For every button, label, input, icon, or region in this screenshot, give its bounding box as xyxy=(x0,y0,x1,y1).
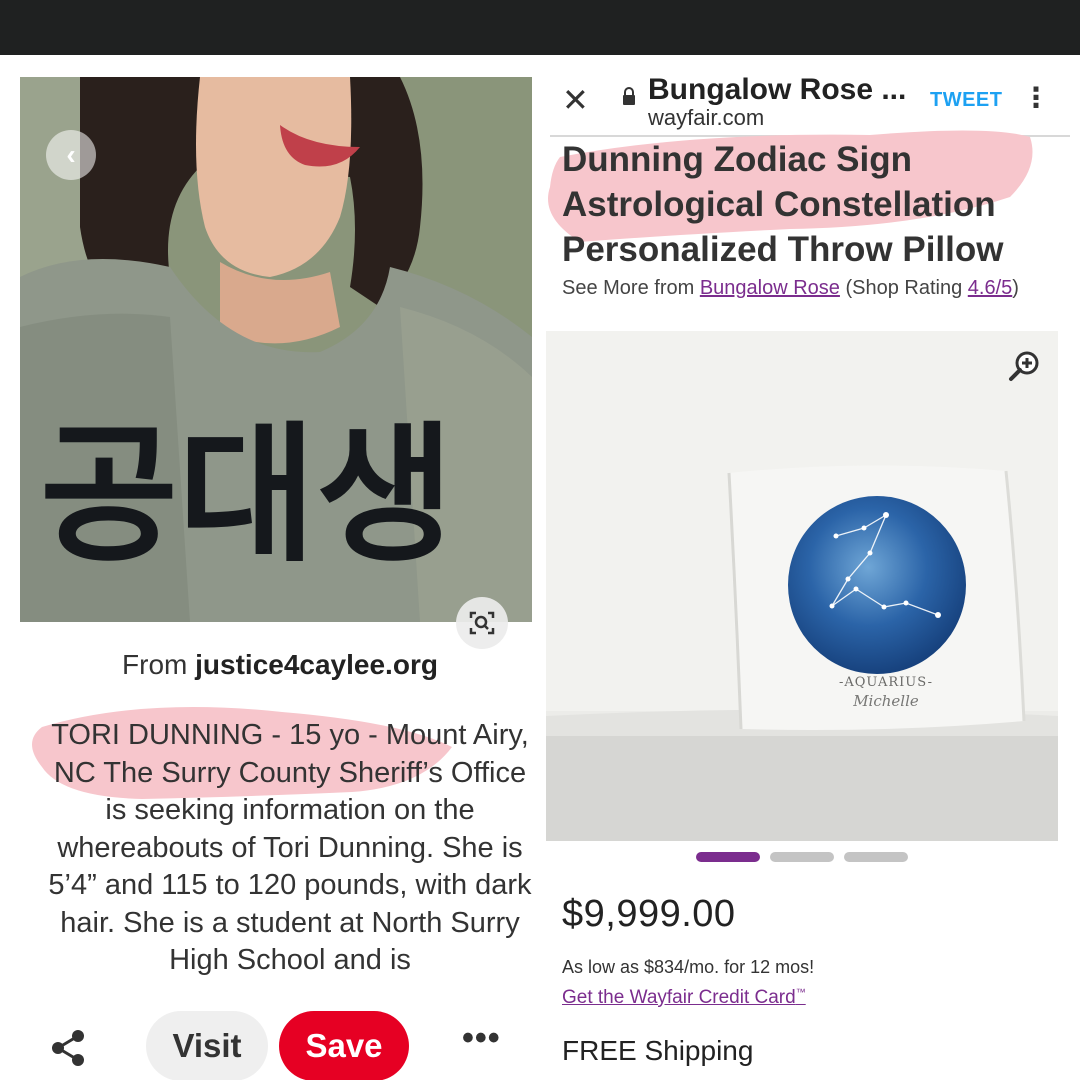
shop-link[interactable]: Bungalow Rose xyxy=(700,277,840,299)
tweet-button[interactable]: TWEET xyxy=(930,89,1003,112)
shop-info: See More from Bungalow Rose (Shop Rating… xyxy=(562,273,1042,303)
close-button[interactable]: ✕ xyxy=(562,81,589,119)
lock-icon xyxy=(623,87,635,105)
share-icon[interactable] xyxy=(48,1028,88,1068)
left-pin-panel: 공대생 ‹ From justice4caylee.org TORI DUNNI… xyxy=(0,55,540,1080)
product-title: Dunning Zodiac Sign Astrological Constel… xyxy=(562,140,1004,269)
carousel-dot-active[interactable] xyxy=(696,852,760,862)
save-button[interactable]: Save xyxy=(279,1011,409,1080)
pin-photo[interactable]: 공대생 xyxy=(20,77,532,622)
top-status-bar xyxy=(0,0,1080,55)
pin-description: TORI DUNNING - 15 yo - Mount Airy, NC Th… xyxy=(48,719,532,976)
pillow-name-text: Michelle xyxy=(852,692,919,710)
pin-source-prefix: From xyxy=(122,649,196,680)
shipping-text: FREE Shipping xyxy=(562,1035,754,1066)
pin-source-link[interactable]: justice4caylee.org xyxy=(195,649,438,680)
credit-card-link-text: Get the Wayfair Credit Card xyxy=(562,987,796,1008)
financing-text: As low as $834/mo. for 12 mos! xyxy=(562,957,815,977)
zoom-in-icon[interactable] xyxy=(1008,349,1042,383)
pillow-sign-text: -AQUARIUS- xyxy=(839,675,933,690)
visit-button[interactable]: Visit xyxy=(146,1011,268,1080)
overflow-menu-button[interactable]: ⋮ xyxy=(1022,81,1050,114)
trademark-mark: ™ xyxy=(795,987,806,999)
shirt-graphic-text: 공대생 xyxy=(40,409,454,583)
credit-card-link[interactable]: Get the Wayfair Credit Card™ xyxy=(562,987,806,1009)
site-title: Bungalow Rose ... xyxy=(648,73,907,106)
see-more-prefix: See More from xyxy=(562,277,700,299)
rating-link[interactable]: 4.6/5 xyxy=(968,277,1012,299)
visual-search-button[interactable] xyxy=(456,597,508,649)
pin-source: From justice4caylee.org xyxy=(0,649,540,681)
back-button[interactable]: ‹ xyxy=(46,130,96,180)
product-image[interactable]: -AQUARIUS- Michelle xyxy=(546,331,1058,841)
carousel-dot[interactable] xyxy=(770,852,834,862)
right-product-panel: ✕ Bungalow Rose ... wayfair.com TWEET ⋮ … xyxy=(540,55,1080,1080)
pin-action-bar: Visit Save ••• xyxy=(0,1005,540,1080)
visual-search-icon xyxy=(469,611,495,635)
rating-suffix: ) xyxy=(1012,277,1019,299)
rating-prefix: (Shop Rating xyxy=(839,277,968,299)
product-price: $9,999.00 xyxy=(562,893,736,935)
carousel-dot[interactable] xyxy=(844,852,908,862)
chevron-left-icon: ‹ xyxy=(66,139,76,170)
more-options-button[interactable]: ••• xyxy=(462,1019,501,1058)
